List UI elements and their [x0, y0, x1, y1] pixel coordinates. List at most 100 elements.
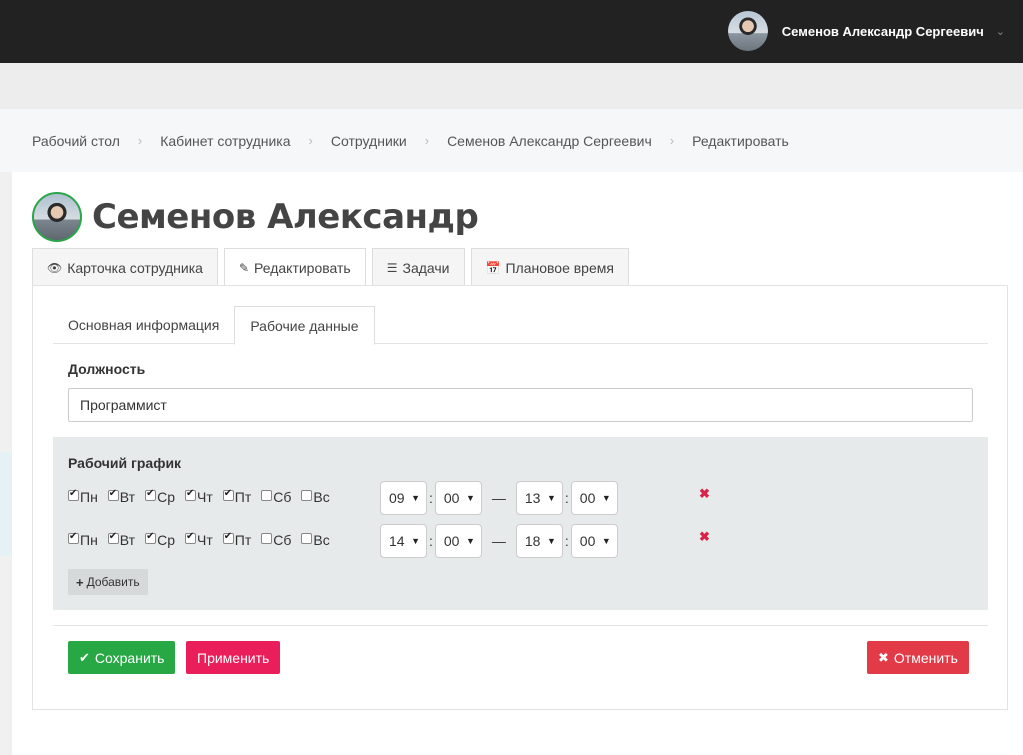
tab-edit[interactable]: ✎ Редактировать [223, 248, 366, 287]
end-hour-select[interactable]: 13 ▼ [515, 481, 563, 515]
checkbox[interactable] [222, 488, 234, 501]
tab-work-data[interactable]: Рабочие данные [234, 306, 375, 345]
cancel-button[interactable]: ✖ Отменить [867, 641, 969, 674]
breadcrumb: Рабочий стол › Кабинет сотрудника › Сотр… [0, 109, 1023, 172]
user-avatar [727, 11, 768, 51]
time-range: 14 ▼ : 00 ▼ — 18 ▼ : 00 ▼ [380, 524, 618, 558]
day-sat-checkbox[interactable]: Сб [261, 532, 291, 548]
time-colon: : [429, 490, 433, 506]
select-value: 18 [524, 533, 541, 549]
day-tue-checkbox[interactable]: Вт [107, 488, 135, 505]
divider [53, 625, 988, 626]
inner-tabs: Основная информация Рабочие данные [53, 306, 988, 345]
add-schedule-button[interactable]: + Добавить [68, 569, 148, 595]
start-hour-select[interactable]: 14 ▼ [380, 524, 427, 558]
checkbox[interactable] [261, 490, 273, 501]
breadcrumb-item-cabinet[interactable]: Кабинет сотрудника [160, 133, 290, 149]
tab-planned-time[interactable]: 📅 Плановое время [470, 248, 629, 286]
checkbox[interactable] [145, 488, 157, 501]
breadcrumb-item-desktop[interactable]: Рабочий стол [32, 133, 120, 149]
user-name: Семенов Александр Сергеевич [781, 23, 984, 39]
time-dash: — [491, 533, 506, 549]
day-sun-checkbox[interactable]: Вс [301, 532, 330, 548]
select-value: 13 [524, 490, 541, 506]
end-minute-select[interactable]: 00 ▼ [570, 524, 618, 558]
day-wed-checkbox[interactable]: Ср [145, 488, 175, 505]
day-mon-checkbox[interactable]: Пн [68, 488, 98, 505]
position-label: Должность [68, 361, 146, 377]
day-mon-checkbox[interactable]: Пн [68, 531, 98, 548]
calendar-plus-icon: 📅 [485, 260, 501, 275]
start-minute-select[interactable]: 00 ▼ [434, 524, 482, 558]
breadcrumb-item-employee[interactable]: Семенов Александр Сергеевич [447, 133, 652, 149]
left-strip [0, 452, 12, 556]
caret-down-icon: ▼ [465, 536, 475, 546]
start-minute-select[interactable]: 00 ▼ [434, 481, 482, 515]
tab-tasks[interactable]: ☰ Задачи [371, 248, 465, 286]
plus-icon: + [76, 574, 84, 590]
day-label: Пн [80, 489, 98, 505]
tab-label: Задачи [402, 259, 450, 276]
day-sun-checkbox[interactable]: Вс [301, 489, 330, 505]
caret-down-icon: ▼ [465, 493, 475, 503]
caret-down-icon: ▼ [601, 536, 611, 546]
checkbox[interactable] [107, 531, 119, 544]
end-minute-select[interactable]: 00 ▼ [570, 481, 618, 515]
edit-icon: ✎ [238, 261, 250, 275]
start-hour-select[interactable]: 09 ▼ [380, 481, 427, 515]
end-hour-select[interactable]: 18 ▼ [515, 524, 563, 558]
caret-down-icon: ▼ [546, 493, 556, 503]
breadcrumb-separator-icon: › [308, 133, 313, 148]
day-fri-checkbox[interactable]: Пт [222, 531, 251, 548]
day-thu-checkbox[interactable]: Чт [185, 488, 213, 505]
checkbox[interactable] [107, 488, 119, 501]
caret-down-icon: ▼ [546, 536, 556, 546]
checkbox[interactable] [185, 488, 196, 501]
caret-down-icon: ▼ [411, 493, 420, 503]
day-label: Ср [157, 489, 175, 505]
profile-header: Семенов Александр [32, 192, 479, 242]
time-colon: : [429, 533, 433, 549]
day-label: Сб [273, 489, 292, 505]
user-menu[interactable]: Семенов Александр Сергеевич ⌄ [727, 11, 1005, 51]
checkbox[interactable] [68, 531, 79, 544]
eye-icon: 👁 [47, 260, 63, 275]
day-tue-checkbox[interactable]: Вт [107, 531, 135, 548]
save-button[interactable]: ✔ Сохранить [68, 641, 176, 674]
save-label: Сохранить [94, 649, 165, 666]
caret-down-icon: ▼ [601, 493, 611, 503]
page-title: Семенов Александр [92, 197, 479, 237]
day-sat-checkbox[interactable]: Сб [261, 489, 291, 505]
checkbox[interactable] [301, 533, 313, 544]
day-fri-checkbox[interactable]: Пт [222, 488, 251, 505]
day-label: Вс [313, 532, 330, 548]
cancel-label: Отменить [893, 649, 958, 666]
day-thu-checkbox[interactable]: Чт [185, 531, 213, 548]
apply-button[interactable]: Применить [186, 641, 281, 674]
checkbox[interactable] [261, 533, 273, 544]
select-value: 00 [443, 533, 460, 549]
checkbox[interactable] [145, 531, 157, 544]
tab-employee-card[interactable]: 👁 Карточка сотрудника [32, 248, 218, 286]
day-label: Вс [313, 489, 330, 505]
checkbox[interactable] [222, 531, 234, 544]
chevron-down-icon: ⌄ [995, 25, 1005, 38]
position-input[interactable] [68, 388, 973, 422]
remove-row-icon[interactable]: ✖ [699, 529, 710, 545]
day-label: Чт [197, 532, 213, 548]
tabs: 👁 Карточка сотрудника ✎ Редактировать ☰ … [32, 248, 635, 287]
breadcrumb-item-employees[interactable]: Сотрудники [331, 133, 407, 149]
checkbox[interactable] [68, 488, 79, 501]
tab-basic-info[interactable]: Основная информация [53, 306, 234, 344]
checkbox[interactable] [185, 531, 196, 544]
sub-bar [0, 63, 1023, 109]
checkbox[interactable] [301, 490, 313, 501]
tab-label: Карточка сотрудника [67, 259, 203, 276]
time-dash: — [491, 490, 506, 506]
day-wed-checkbox[interactable]: Ср [145, 531, 175, 548]
time-colon: : [564, 533, 569, 549]
caret-down-icon: ▼ [411, 536, 420, 546]
remove-row-icon[interactable]: ✖ [699, 486, 710, 502]
select-value: 00 [579, 533, 596, 549]
work-schedule: Рабочий график Пн Вт Ср Чт Пт Сб Вс 09 ▼ … [53, 437, 988, 610]
